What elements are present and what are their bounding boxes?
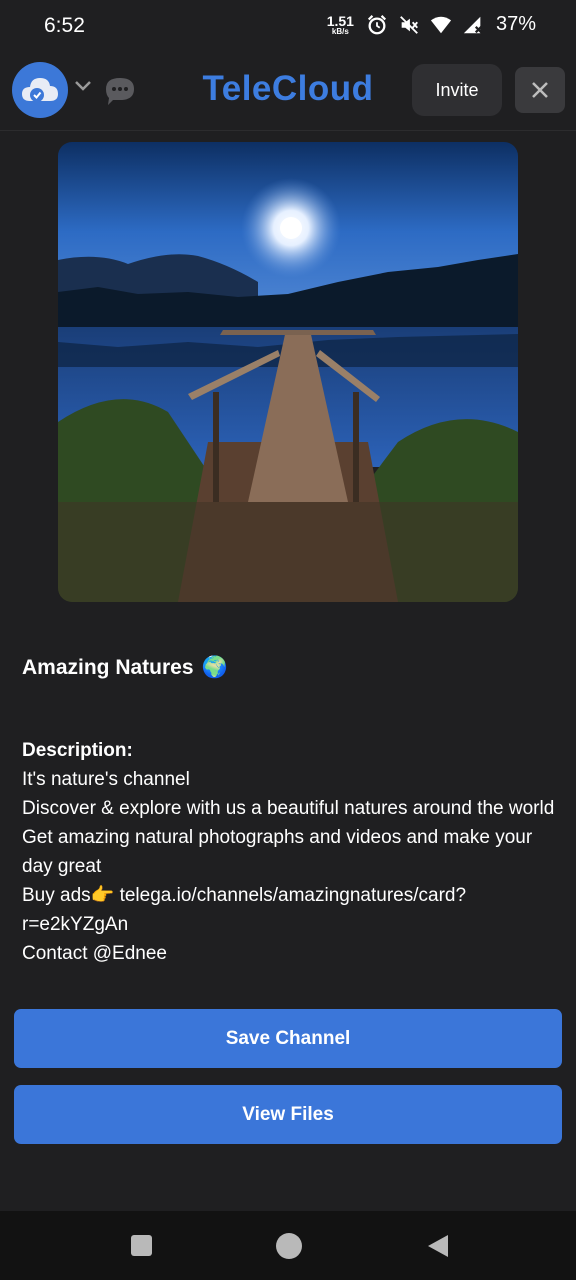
close-icon — [532, 82, 548, 98]
save-channel-button[interactable]: Save Channel — [14, 1009, 562, 1068]
invite-button[interactable]: Invite — [412, 64, 502, 116]
close-button[interactable] — [515, 67, 565, 113]
description-heading: Description: — [22, 740, 133, 761]
back-triangle-icon[interactable] — [426, 1233, 450, 1259]
app-header: TeleCloud Invite — [0, 54, 576, 131]
channel-title: Amazing Natures 🌍 — [22, 656, 228, 680]
description-line: It's nature's channel — [22, 769, 190, 790]
system-navigation-bar — [0, 1211, 576, 1280]
status-time: 6:52 — [44, 14, 85, 37]
description-line: Get amazing natural photographs and vide… — [22, 827, 533, 877]
channel-description: Description: It's nature's channel Disco… — [22, 736, 557, 968]
status-bar: 6:52 1.51 kB/s 37% — [0, 0, 576, 54]
cell-signal-icon — [463, 16, 483, 33]
wifi-icon — [430, 16, 452, 33]
battery-percent: 37% — [495, 13, 536, 35]
description-line: Discover & explore with us a beautiful n… — [22, 798, 555, 819]
globe-emoji: 🌍 — [201, 656, 228, 679]
view-files-button[interactable]: View Files — [14, 1085, 562, 1144]
network-speed: 1.51 kB/s — [327, 14, 354, 36]
chat-bubble-icon[interactable] — [104, 76, 136, 106]
home-circle-icon[interactable] — [276, 1233, 302, 1259]
description-contact-line[interactable]: Contact @Ednee — [22, 939, 557, 968]
network-speed-value: 1.51 — [326, 12, 354, 29]
recents-square-icon[interactable] — [131, 1235, 152, 1256]
account-avatar[interactable] — [12, 62, 68, 118]
chevron-down-icon[interactable] — [74, 80, 92, 92]
cloud-avatar-icon — [22, 78, 58, 102]
status-icons: 1.51 kB/s 37% — [327, 13, 536, 36]
channel-title-text: Amazing Natures — [22, 656, 194, 679]
alarm-icon — [367, 14, 387, 34]
mute-icon — [400, 15, 418, 34]
lake-pier-photo — [58, 142, 518, 602]
network-speed-unit: kB/s — [331, 26, 349, 36]
channel-cover-image — [58, 142, 518, 602]
description-link-line[interactable]: Buy ads👉 telega.io/channels/amazingnatur… — [22, 881, 557, 939]
